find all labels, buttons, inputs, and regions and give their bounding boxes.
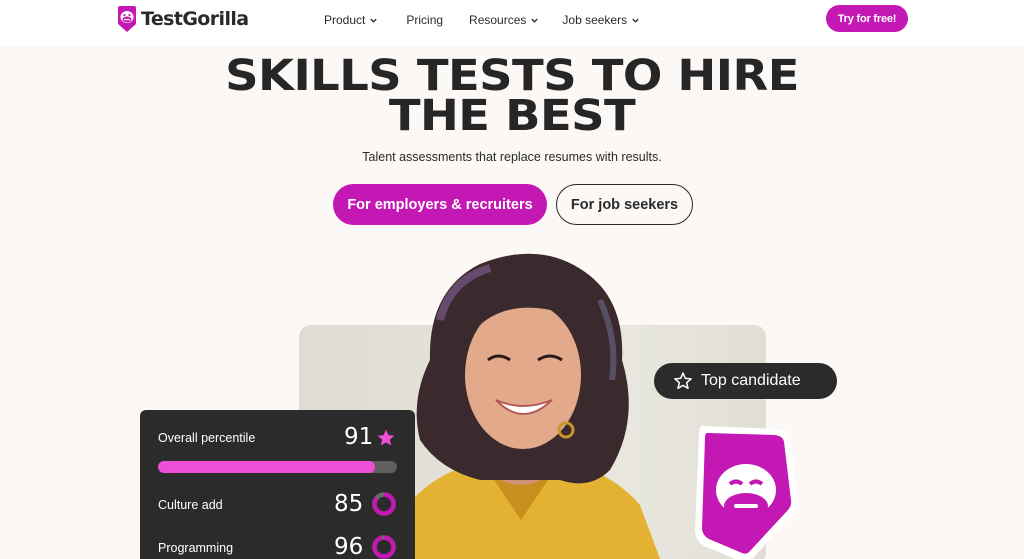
nav-resources[interactable]: Resources — [469, 13, 539, 27]
gorilla-logo-icon — [118, 6, 136, 32]
logo-text: TestGorilla — [141, 8, 249, 30]
programming-ring — [372, 535, 396, 559]
overall-percentile-bar — [158, 461, 397, 473]
top-candidate-label: Top candidate — [701, 372, 801, 389]
gorilla-tag-icon — [695, 425, 799, 559]
top-candidate-badge: Top candidate — [654, 363, 837, 399]
nav-pricing-label: Pricing — [406, 13, 444, 27]
chevron-down-icon — [370, 18, 378, 23]
chevron-down-icon — [632, 18, 639, 23]
hero-title: SKILLS TESTS TO HIRE THE BEST — [0, 55, 1024, 138]
employers-recruiters-button[interactable]: For employers & recruiters — [333, 184, 547, 225]
overall-percentile-label: Overall percentile — [158, 431, 256, 445]
score-card: Overall percentile 91 Culture add 85 Pro… — [140, 410, 415, 559]
hero-subtitle: Talent assessments that replace resumes … — [362, 150, 662, 164]
hero-title-line2: THE BEST — [388, 91, 636, 141]
nav-resources-label: Resources — [469, 13, 527, 27]
overall-percentile-value: 91 — [344, 424, 374, 450]
top-nav: TestGorilla Product Pricing Resources Jo… — [0, 0, 1024, 46]
programming-label: Programming — [158, 541, 234, 555]
nav-job-seekers-label: Job seekers — [562, 13, 628, 27]
star-icon — [377, 429, 395, 446]
overall-percentile-bar-fill — [158, 461, 376, 473]
culture-add-label: Culture add — [158, 498, 223, 512]
nav-pricing[interactable]: Pricing — [406, 13, 443, 27]
culture-add-ring — [372, 492, 396, 516]
culture-add-value: 85 — [334, 491, 364, 517]
star-outline-icon — [674, 372, 692, 390]
chevron-down-icon — [531, 18, 539, 23]
nav-product-label: Product — [324, 13, 366, 27]
try-for-free-button[interactable]: Try for free! — [826, 5, 908, 32]
nav-product[interactable]: Product — [324, 13, 378, 27]
main-menu: Product Pricing Resources Job seekers — [324, 12, 640, 28]
logo[interactable]: TestGorilla — [117, 4, 249, 34]
job-seekers-button[interactable]: For job seekers — [556, 184, 693, 225]
programming-value: 96 — [334, 534, 364, 559]
nav-job-seekers[interactable]: Job seekers — [562, 13, 640, 27]
